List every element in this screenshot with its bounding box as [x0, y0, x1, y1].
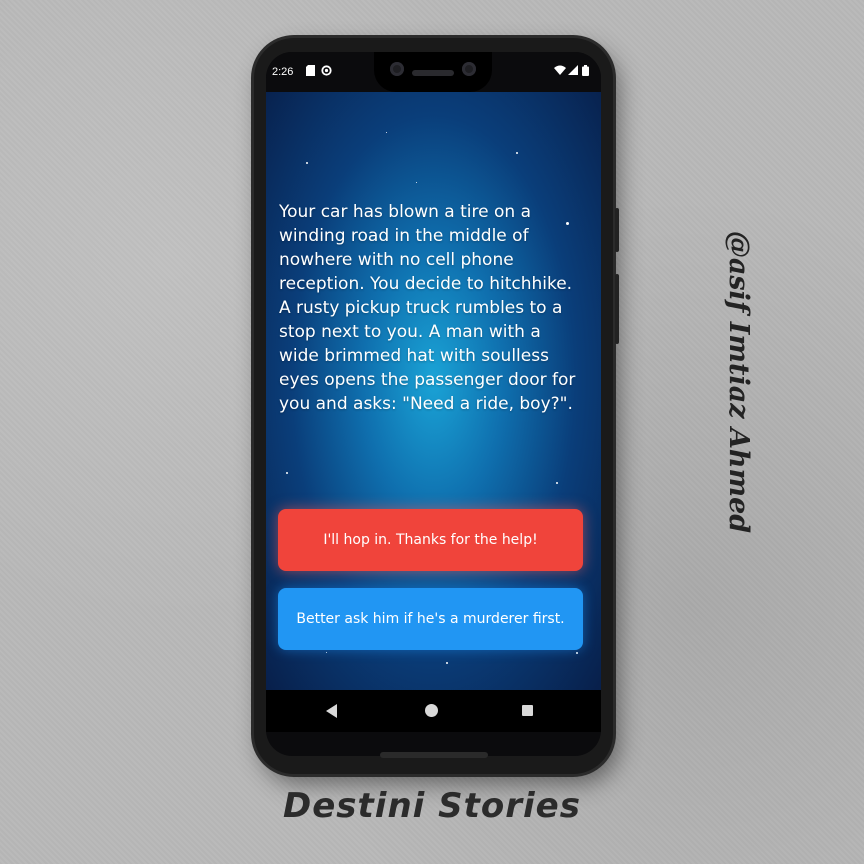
- star: [326, 652, 327, 653]
- front-camera-left: [390, 62, 404, 76]
- home-icon[interactable]: [425, 704, 438, 717]
- power-button: [615, 208, 619, 252]
- wifi-icon: [554, 65, 566, 78]
- phone-frame: 2:26 Your car has blown a tire on a wind…: [254, 38, 619, 774]
- back-icon[interactable]: [326, 704, 337, 718]
- star: [446, 662, 448, 664]
- volume-button: [615, 274, 619, 344]
- earpiece-speaker: [412, 70, 454, 76]
- recent-apps-icon[interactable]: [522, 705, 533, 716]
- star: [576, 652, 578, 654]
- phone-screen: 2:26 Your car has blown a tire on a wind…: [266, 52, 601, 756]
- display-notch: [374, 52, 492, 92]
- choice-1-button[interactable]: I'll hop in. Thanks for the help!: [278, 509, 583, 571]
- battery-icon: [582, 65, 589, 79]
- signal-icon: [568, 65, 578, 78]
- star: [416, 182, 417, 183]
- star: [556, 482, 558, 484]
- star: [286, 472, 288, 474]
- bottom-speaker: [380, 752, 488, 758]
- status-time: 2:26: [272, 66, 294, 78]
- story-text: Your car has blown a tire on a winding r…: [279, 202, 576, 414]
- front-camera-right: [462, 62, 476, 76]
- star: [386, 132, 387, 133]
- star: [516, 152, 518, 154]
- choice-2-button[interactable]: Better ask him if he's a murderer first.: [278, 588, 583, 650]
- data-saver-icon: [321, 65, 332, 79]
- story-background: Your car has blown a tire on a winding r…: [266, 92, 601, 690]
- author-watermark: @asif Imtiaz Ahmed: [723, 230, 754, 534]
- status-bar: 2:26: [266, 52, 601, 92]
- navigation-bar: [266, 690, 601, 732]
- app-title-caption: Destini Stories: [283, 786, 581, 826]
- sd-card-icon: [306, 65, 315, 79]
- star: [306, 162, 308, 164]
